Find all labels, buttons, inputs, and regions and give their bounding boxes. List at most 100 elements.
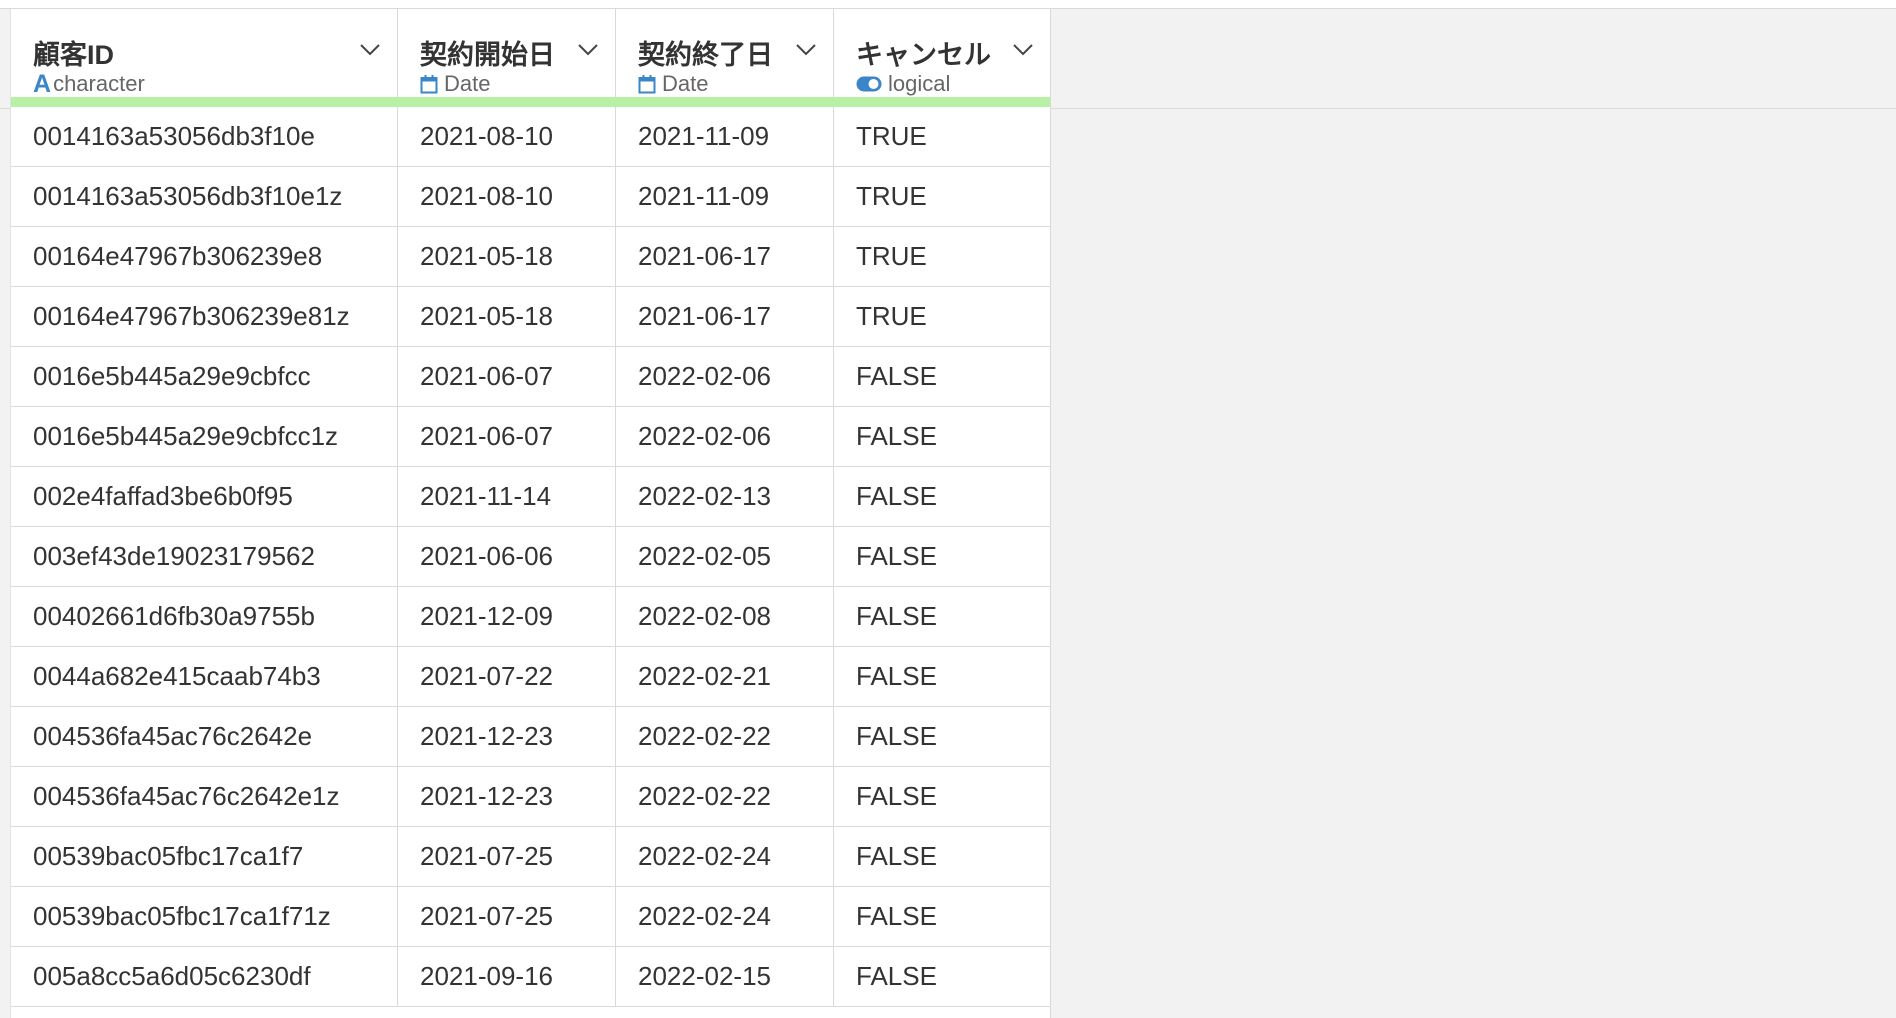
cell-customer-id[interactable]: 0014163a53056db3f10e1z bbox=[11, 167, 398, 226]
cell-contract-end[interactable]: 2022-02-24 bbox=[616, 887, 834, 946]
cell-cancel[interactable]: FALSE bbox=[834, 947, 1050, 1006]
table-row[interactable]: 00402661d6fb30a9755b 2021-12-09 2022-02-08… bbox=[11, 587, 1050, 647]
column-type: logical bbox=[856, 71, 950, 97]
cell-contract-start[interactable]: 2021-08-10 bbox=[398, 167, 616, 226]
cell-contract-end[interactable]: 2022-02-15 bbox=[616, 947, 834, 1006]
table-row[interactable]: 0014163a53056db3f10e 2021-08-10 2021-11-09… bbox=[11, 107, 1050, 167]
column-type-label: character bbox=[53, 71, 145, 96]
cell-contract-start[interactable]: 2021-11-14 bbox=[398, 467, 616, 526]
cell-cancel[interactable]: FALSE bbox=[834, 407, 1050, 466]
cell-contract-start[interactable]: 2021-08-10 bbox=[398, 107, 616, 166]
toggle-icon bbox=[856, 76, 882, 92]
column-header-cancel[interactable]: キャンセル logical bbox=[834, 9, 1050, 97]
cell-contract-end[interactable]: 2022-02-24 bbox=[616, 827, 834, 886]
cell-customer-id[interactable]: 004536fa45ac76c2642e1z bbox=[11, 767, 398, 826]
cell-cancel[interactable]: TRUE bbox=[834, 227, 1050, 286]
cell-cancel[interactable]: FALSE bbox=[834, 887, 1050, 946]
table-row[interactable]: 005a8cc5a6d05c6230df 2021-09-16 2022-02-15… bbox=[11, 947, 1050, 1007]
cell-contract-end[interactable]: 2022-02-05 bbox=[616, 527, 834, 586]
table-row[interactable]: 003ef43de19023179562 2021-06-06 2022-02-05… bbox=[11, 527, 1050, 587]
cell-contract-end[interactable]: 2022-02-06 bbox=[616, 407, 834, 466]
table-row[interactable]: 0016e5b445a29e9cbfcc 2021-06-07 2022-02-06… bbox=[11, 347, 1050, 407]
data-table: 顧客ID A character 契約開始日 Date 契約終了日 Date キ… bbox=[10, 9, 1051, 1018]
cell-contract-start[interactable]: 2021-07-25 bbox=[398, 827, 616, 886]
column-type-label: Date bbox=[444, 71, 491, 96]
cell-contract-end[interactable]: 2022-02-06 bbox=[616, 347, 834, 406]
cell-customer-id[interactable]: 004536fa45ac76c2642e bbox=[11, 707, 398, 766]
cell-customer-id[interactable]: 00164e47967b306239e8 bbox=[11, 227, 398, 286]
cell-customer-id[interactable]: 0016e5b445a29e9cbfcc1z bbox=[11, 407, 398, 466]
table-header-row: 顧客ID A character 契約開始日 Date 契約終了日 Date キ… bbox=[11, 9, 1050, 107]
calendar-icon bbox=[638, 75, 656, 94]
cell-customer-id[interactable]: 002e4faffad3be6b0f95 bbox=[11, 467, 398, 526]
cell-contract-start[interactable]: 2021-05-18 bbox=[398, 227, 616, 286]
cell-contract-start[interactable]: 2021-12-23 bbox=[398, 767, 616, 826]
table-row[interactable]: 004536fa45ac76c2642e1z 2021-12-23 2022-02-… bbox=[11, 767, 1050, 827]
cell-contract-end[interactable]: 2022-02-08 bbox=[616, 587, 834, 646]
column-name: 顧客ID bbox=[33, 40, 114, 70]
cell-customer-id[interactable]: 00402661d6fb30a9755b bbox=[11, 587, 398, 646]
cell-customer-id[interactable]: 003ef43de19023179562 bbox=[11, 527, 398, 586]
character-type-icon: A bbox=[33, 69, 52, 98]
cell-cancel[interactable]: FALSE bbox=[834, 347, 1050, 406]
column-type: Date bbox=[420, 71, 490, 97]
chevron-down-icon[interactable] bbox=[577, 41, 599, 57]
cell-contract-start[interactable]: 2021-06-07 bbox=[398, 407, 616, 466]
column-type-label: Date bbox=[662, 71, 709, 96]
top-toolbar-strip bbox=[0, 0, 1896, 9]
table-row[interactable]: 00539bac05fbc17ca1f7 2021-07-25 2022-02-24… bbox=[11, 827, 1050, 887]
cell-cancel[interactable]: TRUE bbox=[834, 107, 1050, 166]
cell-customer-id[interactable]: 005a8cc5a6d05c6230df bbox=[11, 947, 398, 1006]
cell-contract-end[interactable]: 2022-02-22 bbox=[616, 707, 834, 766]
cell-cancel[interactable]: FALSE bbox=[834, 467, 1050, 526]
cell-customer-id[interactable]: 00539bac05fbc17ca1f7 bbox=[11, 827, 398, 886]
cell-cancel[interactable]: FALSE bbox=[834, 647, 1050, 706]
chevron-down-icon[interactable] bbox=[795, 41, 817, 57]
cell-customer-id[interactable]: 00539bac05fbc17ca1f71z bbox=[11, 887, 398, 946]
column-header-contract-start[interactable]: 契約開始日 Date bbox=[398, 9, 616, 97]
cell-contract-start[interactable]: 2021-07-22 bbox=[398, 647, 616, 706]
cell-cancel[interactable]: FALSE bbox=[834, 767, 1050, 826]
chevron-down-icon[interactable] bbox=[359, 41, 381, 57]
column-name: 契約終了日 bbox=[638, 40, 773, 70]
cell-contract-start[interactable]: 2021-06-07 bbox=[398, 347, 616, 406]
cell-contract-end[interactable]: 2021-11-09 bbox=[616, 107, 834, 166]
table-row[interactable]: 004536fa45ac76c2642e 2021-12-23 2022-02-22… bbox=[11, 707, 1050, 767]
cell-contract-end[interactable]: 2021-06-17 bbox=[616, 287, 834, 346]
cell-cancel[interactable]: TRUE bbox=[834, 287, 1050, 346]
table-row[interactable]: 00164e47967b306239e81z 2021-05-18 2021-06-… bbox=[11, 287, 1050, 347]
table-row[interactable]: 0044a682e415caab74b3 2021-07-22 2022-02-21… bbox=[11, 647, 1050, 707]
table-row[interactable]: 002e4faffad3be6b0f95 2021-11-14 2022-02-13… bbox=[11, 467, 1050, 527]
table-row[interactable]: 0016e5b445a29e9cbfcc1z 2021-06-07 2022-02-… bbox=[11, 407, 1050, 467]
column-header-customer-id[interactable]: 顧客ID A character bbox=[11, 9, 398, 97]
cell-contract-start[interactable]: 2021-05-18 bbox=[398, 287, 616, 346]
column-type-label: logical bbox=[888, 71, 951, 96]
cell-contract-end[interactable]: 2022-02-22 bbox=[616, 767, 834, 826]
cell-contract-end[interactable]: 2022-02-21 bbox=[616, 647, 834, 706]
table-row[interactable]: 00539bac05fbc17ca1f71z 2021-07-25 2022-02-… bbox=[11, 887, 1050, 947]
table-row[interactable]: 0014163a53056db3f10e1z 2021-08-10 2021-11-… bbox=[11, 167, 1050, 227]
cell-cancel[interactable]: FALSE bbox=[834, 707, 1050, 766]
cell-contract-end[interactable]: 2022-02-13 bbox=[616, 467, 834, 526]
cell-customer-id[interactable]: 0044a682e415caab74b3 bbox=[11, 647, 398, 706]
cell-contract-start[interactable]: 2021-12-09 bbox=[398, 587, 616, 646]
chevron-down-icon[interactable] bbox=[1012, 41, 1034, 57]
column-header-contract-end[interactable]: 契約終了日 Date bbox=[616, 9, 834, 97]
cell-contract-start[interactable]: 2021-07-25 bbox=[398, 887, 616, 946]
cell-cancel[interactable]: FALSE bbox=[834, 827, 1050, 886]
cell-customer-id[interactable]: 0016e5b445a29e9cbfcc bbox=[11, 347, 398, 406]
cell-cancel[interactable]: TRUE bbox=[834, 167, 1050, 226]
cell-contract-end[interactable]: 2021-06-17 bbox=[616, 227, 834, 286]
cell-contract-end[interactable]: 2021-11-09 bbox=[616, 167, 834, 226]
cell-customer-id[interactable]: 00164e47967b306239e81z bbox=[11, 287, 398, 346]
column-name: 契約開始日 bbox=[420, 40, 555, 70]
cell-cancel[interactable]: FALSE bbox=[834, 587, 1050, 646]
cell-contract-start[interactable]: 2021-06-06 bbox=[398, 527, 616, 586]
column-type: A character bbox=[33, 71, 145, 97]
column-name: キャンセル bbox=[856, 40, 991, 70]
cell-customer-id[interactable]: 0014163a53056db3f10e bbox=[11, 107, 398, 166]
cell-contract-start[interactable]: 2021-09-16 bbox=[398, 947, 616, 1006]
table-row[interactable]: 00164e47967b306239e8 2021-05-18 2021-06-17… bbox=[11, 227, 1050, 287]
cell-contract-start[interactable]: 2021-12-23 bbox=[398, 707, 616, 766]
cell-cancel[interactable]: FALSE bbox=[834, 527, 1050, 586]
